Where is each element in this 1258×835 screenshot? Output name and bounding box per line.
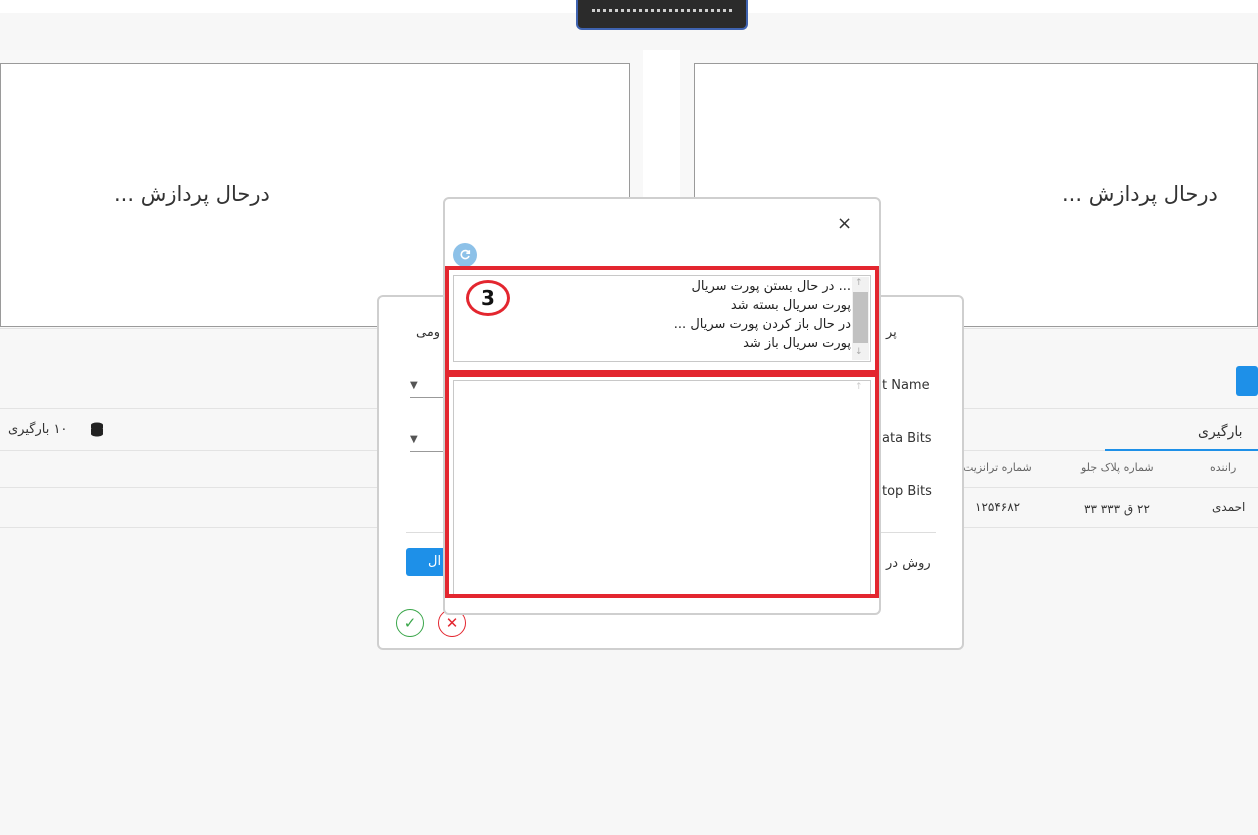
refresh-icon [460, 249, 471, 260]
back-dialog-section-right: پر [886, 325, 897, 340]
add-button[interactable] [1236, 366, 1258, 396]
confirm-button[interactable]: ✓ [396, 609, 424, 637]
data-bits-label: ata Bits [882, 431, 932, 446]
method-label: روش در [886, 556, 931, 571]
cell-transit: ۱۲۵۴۶۸۲ [975, 500, 1021, 514]
close-icon[interactable]: × [837, 213, 852, 234]
cell-driver: احمدی [1212, 500, 1246, 514]
data-bits-select[interactable] [410, 451, 446, 452]
tab-loading[interactable]: بارگیری [1198, 424, 1243, 440]
chevron-down-icon[interactable]: ▼ [410, 380, 418, 391]
step-badge: 3 [466, 280, 510, 316]
port-name-select[interactable] [410, 397, 446, 398]
capture-button[interactable] [576, 0, 748, 30]
database-icon [90, 422, 104, 437]
column-header-transit: شماره ترانزیت [963, 461, 1032, 474]
loading-count-label: ۱۰ بارگیری [8, 422, 68, 437]
send-button[interactable]: ال [406, 548, 446, 576]
chevron-down-icon[interactable]: ▼ [410, 434, 418, 445]
refresh-button[interactable] [453, 243, 477, 267]
right-processing-text: درحال پردازش ... [1062, 182, 1218, 206]
stop-bits-label: top Bits [882, 484, 932, 499]
send-button-label: ال [428, 554, 442, 569]
x-icon: ✕ [445, 614, 459, 632]
highlight-log-area [445, 266, 879, 374]
highlight-output-area [445, 373, 879, 598]
tab-underline [1105, 449, 1258, 451]
column-header-front-plate: شماره پلاک جلو [1081, 461, 1154, 474]
column-header-driver: راننده [1210, 461, 1237, 474]
port-name-label: t Name [882, 378, 930, 393]
back-dialog-section-left: ومی [416, 325, 441, 340]
cell-front-plate: ۲۲ ق ۳۳۳ ۳۳ [1084, 502, 1150, 516]
left-processing-text: درحال پردازش ... [114, 182, 270, 206]
check-icon: ✓ [403, 614, 417, 632]
